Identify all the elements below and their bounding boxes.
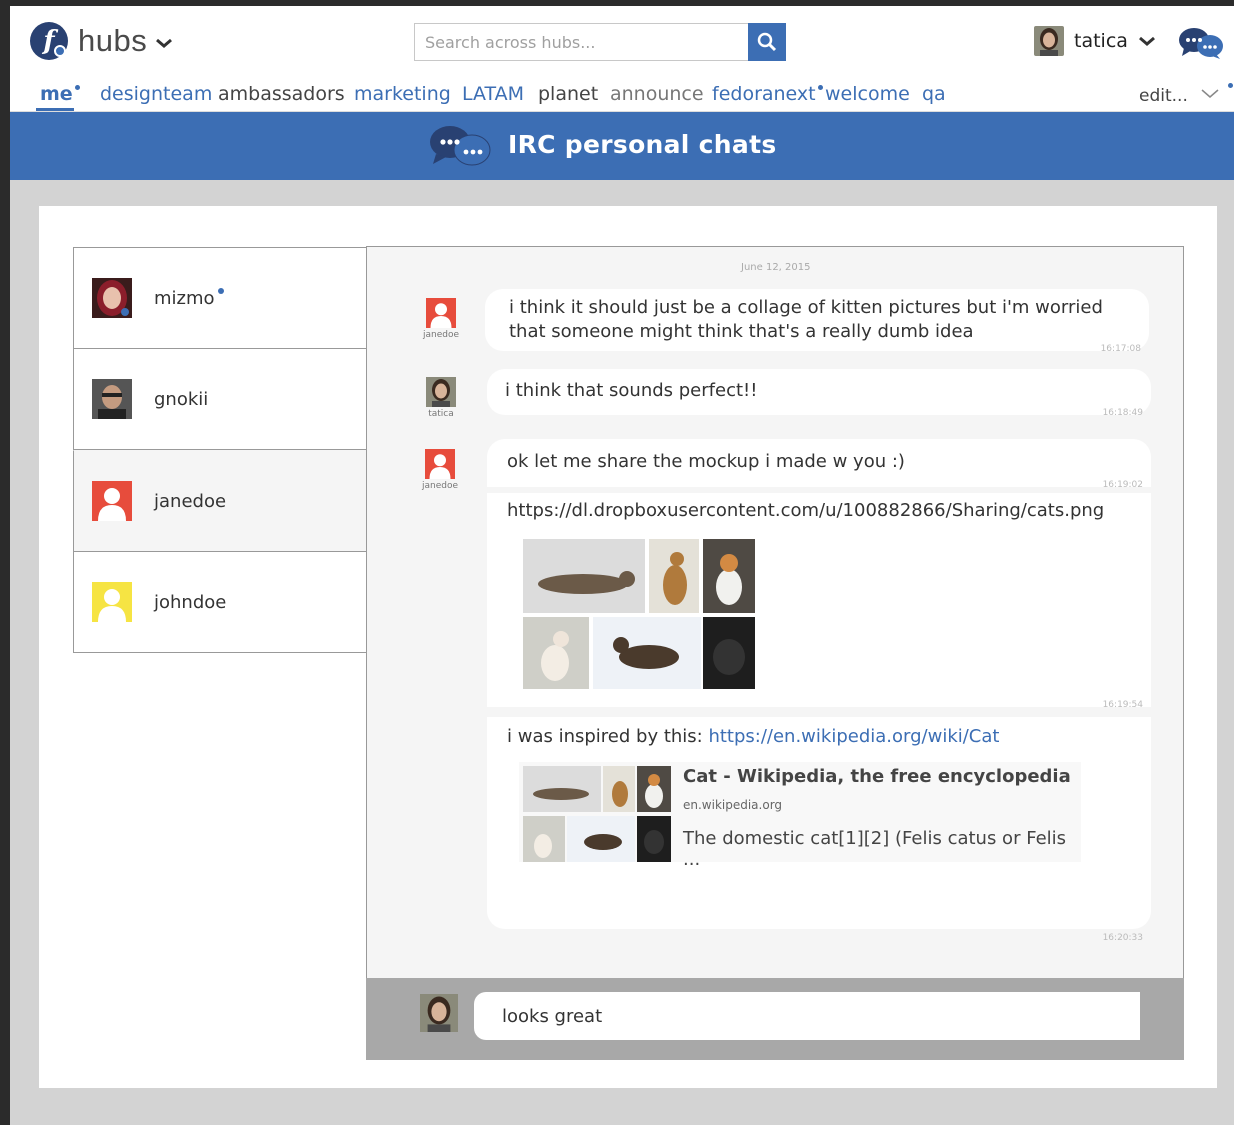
nav-item-ambassadors[interactable]: ambassadors: [218, 83, 345, 105]
nav-item-latam[interactable]: LATAM: [462, 83, 524, 105]
message-bubble: i was inspired by this: https://en.wikip…: [487, 717, 1151, 943]
nav-item-planet[interactable]: planet: [538, 83, 598, 105]
message-text: i think it should just be a collage of k…: [509, 297, 1103, 342]
message-author: tatica: [416, 377, 466, 419]
link-preview-card[interactable]: Cat - Wikipedia, the free encyclopedia e…: [519, 762, 1081, 870]
message-bubble: i think it should just be a collage of k…: [485, 289, 1149, 354]
active-tab-indicator: [36, 108, 74, 111]
message-bubble: https://dl.dropboxusercontent.com/u/1008…: [487, 493, 1151, 710]
chat-bubbles-icon[interactable]: [1178, 26, 1224, 60]
chevron-down-icon[interactable]: [155, 37, 173, 49]
online-dot: [217, 287, 224, 294]
page: f hubs Search across hubs... tatica me d…: [10, 6, 1234, 1125]
nav-item-designteam[interactable]: designteam: [100, 83, 212, 105]
message-input[interactable]: [474, 992, 1140, 1040]
cat-photo: [523, 766, 601, 812]
contact-item-gnokii[interactable]: gnokii: [73, 348, 367, 450]
preview-domain: en.wikipedia.org: [683, 798, 783, 812]
contact-item-mizmo[interactable]: mizmo: [73, 247, 367, 349]
top-bar: f hubs Search across hubs... tatica: [10, 6, 1234, 78]
contact-item-janedoe[interactable]: janedoe: [73, 450, 367, 552]
user-menu[interactable]: tatica: [1034, 26, 1156, 56]
avatar: [426, 377, 456, 407]
cat-photo: [523, 816, 565, 862]
message-time: 16:18:49: [1102, 408, 1143, 418]
preview-thumbnail: [523, 766, 671, 862]
nav-item-qa[interactable]: qa: [922, 83, 946, 105]
page-banner: IRC personal chats: [10, 112, 1234, 180]
message-link[interactable]: https://dl.dropboxusercontent.com/u/1008…: [507, 499, 1104, 523]
cat-photo: [603, 766, 635, 812]
contact-list: mizmo gnokii janedoe johndoe: [73, 247, 367, 1047]
user-avatar: [420, 994, 458, 1032]
unread-dot: [817, 85, 823, 90]
cat-photo: [637, 766, 671, 812]
message-author: janedoe: [415, 449, 465, 491]
hubs-logo[interactable]: f hubs: [30, 22, 173, 60]
chat-bubbles-icon: [430, 126, 491, 166]
nav-item-announce[interactable]: announce: [610, 83, 704, 105]
avatar: [92, 379, 132, 419]
nav-item-marketing[interactable]: marketing: [354, 83, 451, 105]
person-placeholder-icon: [426, 298, 456, 328]
message-bubble: ok let me share the mockup i made w you …: [487, 439, 1151, 490]
date-divider: June 12, 2015: [741, 262, 811, 273]
nav-item-welcome[interactable]: welcome: [825, 83, 910, 105]
chevron-down-icon: [1138, 36, 1155, 46]
hub-nav: me designteam ambassadors marketing LATA…: [10, 78, 1234, 112]
message-time: 16:19:54: [1102, 700, 1143, 710]
username: tatica: [1074, 30, 1128, 52]
main-card: mizmo gnokii janedoe johndoe June 12, 20…: [39, 206, 1217, 1088]
message-text: ok let me share the mockup i made w you …: [507, 451, 905, 472]
fedora-logo-icon: f: [30, 22, 68, 60]
cat-photo: [703, 617, 755, 689]
contact-item-johndoe[interactable]: johndoe: [73, 551, 367, 653]
author-label: janedoe: [422, 330, 459, 340]
logo-text: hubs: [78, 23, 148, 58]
preview-description: The domestic cat[1][2] (Felis catus or F…: [683, 828, 1067, 870]
person-placeholder-icon: [425, 449, 455, 479]
shared-image[interactable]: [523, 539, 755, 689]
unread-dot: [1228, 83, 1233, 88]
contact-name: janedoe: [154, 490, 227, 512]
nav-item-fedoranext[interactable]: fedoranext: [712, 83, 823, 105]
avatar: [92, 278, 132, 318]
unread-dot: [74, 85, 80, 90]
search-box: [414, 23, 786, 61]
message-text: i think that sounds perfect!!: [505, 380, 758, 401]
page-title: IRC personal chats: [508, 130, 777, 159]
person-placeholder-icon: [92, 481, 132, 521]
message-time: 16:20:33: [1102, 933, 1143, 943]
message-author: janedoe: [416, 298, 466, 340]
cat-photo: [637, 816, 671, 862]
message-bubble: i think that sounds perfect!! 16:18:49: [487, 369, 1151, 418]
message-time: 16:17:08: [1100, 344, 1141, 354]
contact-name: gnokii: [154, 388, 209, 410]
search-input[interactable]: [414, 23, 748, 61]
cat-photo: [523, 617, 589, 689]
author-label: tatica: [428, 409, 454, 419]
chat-pane: June 12, 2015 janedoe i think it should …: [366, 246, 1184, 1058]
person-placeholder-icon: [92, 582, 132, 622]
contact-name: johndoe: [154, 591, 227, 613]
cat-photo: [593, 617, 701, 689]
contact-name: mizmo: [154, 287, 224, 309]
cat-photo: [649, 539, 699, 613]
message-time: 16:19:02: [1102, 480, 1143, 490]
preview-title: Cat - Wikipedia, the free encyclopedia: [683, 766, 1071, 787]
author-label: janedoe: [421, 481, 458, 491]
message-text: i was inspired by this: https://en.wikip…: [507, 726, 1000, 747]
user-avatar: [1034, 26, 1064, 56]
cat-photo: [567, 816, 635, 862]
nav-edit-link[interactable]: edit...: [1139, 86, 1188, 106]
search-icon: [757, 32, 777, 52]
cat-photo: [523, 539, 645, 613]
chevron-down-icon[interactable]: [1200, 86, 1220, 100]
message-link[interactable]: https://en.wikipedia.org/wiki/Cat: [708, 726, 999, 747]
message-composer: [366, 978, 1184, 1060]
cat-photo: [703, 539, 755, 613]
search-button[interactable]: [748, 23, 786, 61]
nav-item-me[interactable]: me: [40, 83, 80, 105]
